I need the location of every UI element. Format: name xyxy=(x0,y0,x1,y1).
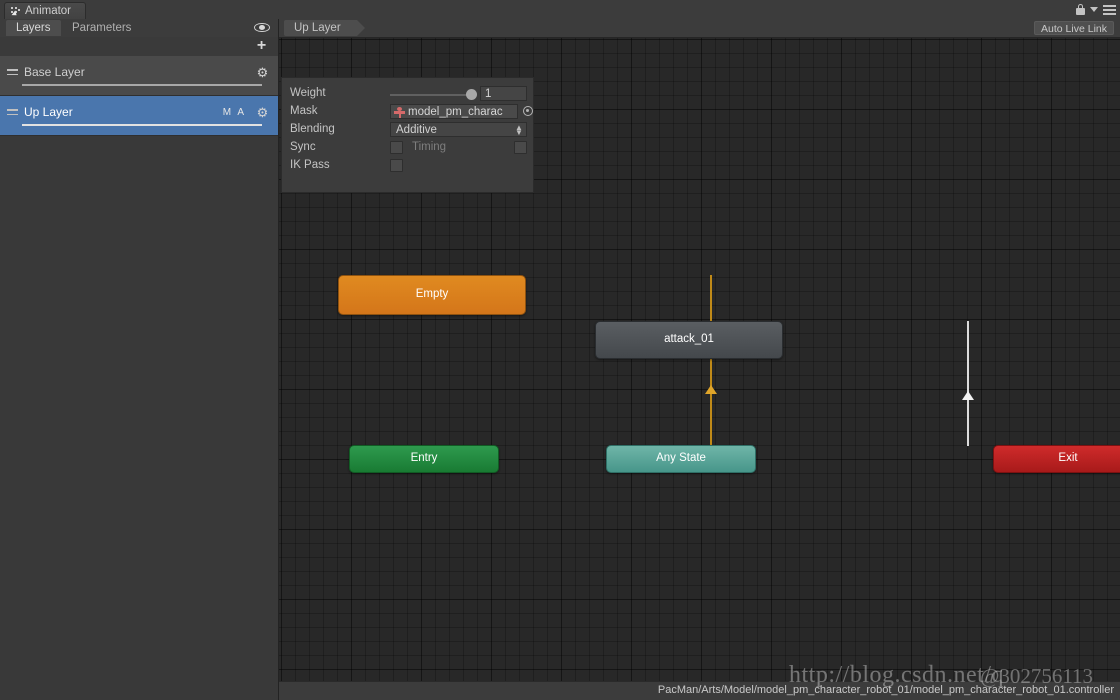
add-layer-button[interactable]: + xyxy=(255,38,268,54)
setting-blending-row: Blending Additive ▲ ▼ xyxy=(282,121,535,139)
mask-value-label: model_pm_charac xyxy=(408,106,503,118)
state-machine-graph: Up Layer Auto Live Link Empty attack_01 … xyxy=(279,19,1120,700)
weight-slider-track[interactable] xyxy=(390,94,472,96)
controller-path-label: PacMan/Arts/Model/model_pm_character_rob… xyxy=(657,684,1114,696)
chevron-down-icon[interactable] xyxy=(1090,7,1098,12)
setting-sync-row: Sync Timing xyxy=(282,139,535,157)
layer-settings-panel: Weight 1 Mask model_pm_charac Blending A… xyxy=(281,77,534,193)
layers-panel: Layers Parameters + Base Layer ⚙ Up Laye… xyxy=(0,19,279,700)
weight-value-field[interactable]: 1 xyxy=(480,86,527,101)
state-node-label: Exit xyxy=(1058,452,1078,465)
state-node-any-state[interactable]: Any State xyxy=(606,445,756,473)
hamburger-menu-icon[interactable] xyxy=(1103,4,1116,15)
tab-animator-label: Animator xyxy=(25,5,72,17)
weight-slider-knob[interactable] xyxy=(466,89,477,100)
drag-handle-icon[interactable] xyxy=(7,109,18,116)
layer-name-label: Base Layer xyxy=(24,65,85,79)
layer-weight-bar[interactable] xyxy=(22,124,262,126)
breadcrumb-label: Up Layer xyxy=(294,22,341,34)
drag-handle-icon[interactable] xyxy=(7,69,18,76)
tab-parameters-label: Parameters xyxy=(72,22,132,34)
breadcrumb-up-layer[interactable]: Up Layer xyxy=(284,20,365,36)
setting-weight-row: Weight 1 xyxy=(282,85,535,103)
mask-object-field[interactable]: model_pm_charac xyxy=(390,104,518,119)
state-node-exit[interactable]: Exit xyxy=(993,445,1120,473)
status-bar: PacMan/Arts/Model/model_pm_character_rob… xyxy=(279,681,1120,700)
breadcrumb-bar: Up Layer Auto Live Link xyxy=(279,19,1120,38)
avatar-mask-icon xyxy=(394,107,405,118)
state-node-label: attack_01 xyxy=(664,333,714,346)
timing-label: Timing xyxy=(412,141,447,153)
layer-row-up-layer[interactable]: Up Layer M A ⚙ xyxy=(0,96,278,136)
layer-name-label: Up Layer xyxy=(24,105,73,119)
chevron-updown-icon: ▲ ▼ xyxy=(515,123,523,137)
object-picker-icon[interactable] xyxy=(523,106,533,116)
blending-value-label: Additive xyxy=(396,124,437,136)
window-controls xyxy=(1076,2,1116,17)
window-tab-strip: Animator xyxy=(0,0,1120,20)
state-node-empty[interactable]: Empty xyxy=(338,275,526,315)
animator-window: Animator Layers Parameters + Base Layer … xyxy=(0,0,1120,700)
auto-live-link-button[interactable]: Auto Live Link xyxy=(1034,21,1114,35)
auto-live-link-label: Auto Live Link xyxy=(1041,23,1107,35)
state-node-label: Empty xyxy=(415,288,449,301)
sync-checkbox[interactable] xyxy=(390,141,403,154)
layer-badges: M A xyxy=(222,107,246,118)
lock-icon[interactable] xyxy=(1076,4,1085,15)
layer-weight-bar[interactable] xyxy=(22,84,262,86)
state-node-entry[interactable]: Entry xyxy=(349,445,499,473)
blending-dropdown[interactable]: Additive ▲ ▼ xyxy=(390,122,527,137)
state-node-label: Entry xyxy=(410,452,438,465)
tab-parameters[interactable]: Parameters xyxy=(62,20,141,36)
timing-checkbox[interactable] xyxy=(514,141,527,154)
layer-row-base-layer[interactable]: Base Layer ⚙ xyxy=(0,56,278,96)
state-node-label: Any State xyxy=(656,452,706,465)
panel-tab-bar: Layers Parameters xyxy=(0,19,278,38)
tab-animator[interactable]: Animator xyxy=(4,2,87,19)
mask-label: Mask xyxy=(290,105,318,117)
ik-pass-checkbox[interactable] xyxy=(390,159,403,172)
eye-visibility-icon[interactable] xyxy=(254,22,270,33)
setting-mask-row: Mask model_pm_charac xyxy=(282,103,535,121)
blending-label: Blending xyxy=(290,123,335,135)
weight-label: Weight xyxy=(290,87,326,99)
setting-ikpass-row: IK Pass xyxy=(282,157,535,175)
add-layer-row: + xyxy=(0,37,278,57)
state-node-attack-01[interactable]: attack_01 xyxy=(595,321,783,359)
gear-settings-icon[interactable]: ⚙ xyxy=(256,66,269,79)
ik-pass-label: IK Pass xyxy=(290,159,330,171)
gear-settings-icon[interactable]: ⚙ xyxy=(256,106,269,119)
tab-layers[interactable]: Layers xyxy=(6,20,61,36)
tab-layers-label: Layers xyxy=(16,22,51,34)
sync-label: Sync xyxy=(290,141,316,153)
layer-list: Base Layer ⚙ Up Layer M A ⚙ xyxy=(0,56,278,136)
